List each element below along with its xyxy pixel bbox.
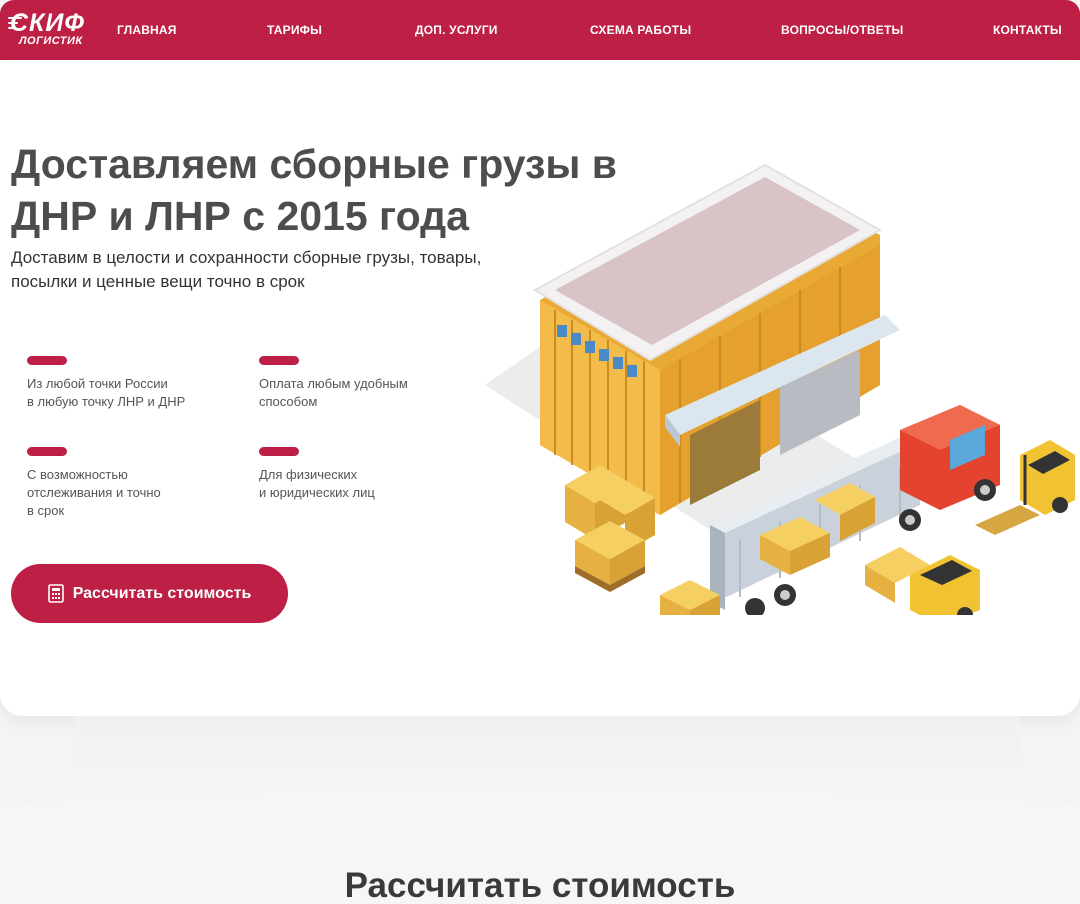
calculator-icon — [47, 584, 64, 603]
feature-item: С возможностью отслеживания и точно в ср… — [27, 447, 247, 520]
logo-text-top: СКИФ — [10, 9, 85, 37]
nav-contacts[interactable]: КОНТАКТЫ — [993, 23, 1062, 37]
feature-text: Оплата любым удобным способом — [259, 376, 408, 409]
feature-item: Оплата любым удобным способом — [259, 356, 479, 411]
feature-text: Из любой точки России в любую точку ЛНР … — [27, 376, 186, 409]
feature-item: Для физических и юридических лиц — [259, 447, 479, 502]
feature-text: Для физических и юридических лиц — [259, 467, 375, 500]
section-title: Рассчитать стоимость — [344, 866, 736, 904]
lower-card-shadow — [0, 716, 1080, 904]
calculate-cost-button[interactable]: Рассчитать стоимость — [11, 564, 288, 623]
nav-workflow[interactable]: СХЕМА РАБОТЫ — [590, 23, 691, 37]
nav-tariffs[interactable]: ТАРИФЫ — [267, 23, 322, 37]
calculate-cost-label: Рассчитать стоимость — [72, 584, 252, 602]
feature-bar — [27, 356, 67, 365]
logo[interactable]: СКИФ ЛОГИСТИК — [8, 9, 102, 50]
feature-bar — [259, 447, 299, 456]
feature-bar — [259, 356, 299, 365]
hero-section: Доставляем сборные грузы в ДНР и ЛНР с 2… — [0, 60, 1080, 716]
nav-home[interactable]: ГЛАВНАЯ — [117, 23, 177, 37]
feature-text: С возможностью отслеживания и точно в ср… — [27, 467, 161, 518]
warehouse-truck-forklift-illustration — [485, 163, 1075, 615]
feature-item: Из любой точки России в любую точку ЛНР … — [27, 356, 247, 411]
nav-extra-services[interactable]: ДОП. УСЛУГИ — [415, 23, 498, 37]
feature-bar — [27, 447, 67, 456]
site-header: СКИФ ЛОГИСТИК ГЛАВНАЯ ТАРИФЫ ДОП. УСЛУГИ… — [0, 0, 1080, 60]
hero-subtitle: Доставим в целости и сохранности сборные… — [11, 248, 482, 291]
logo-text-bottom: ЛОГИСТИК — [19, 35, 83, 47]
nav-faq[interactable]: ВОПРОСЫ/ОТВЕТЫ — [781, 23, 903, 37]
